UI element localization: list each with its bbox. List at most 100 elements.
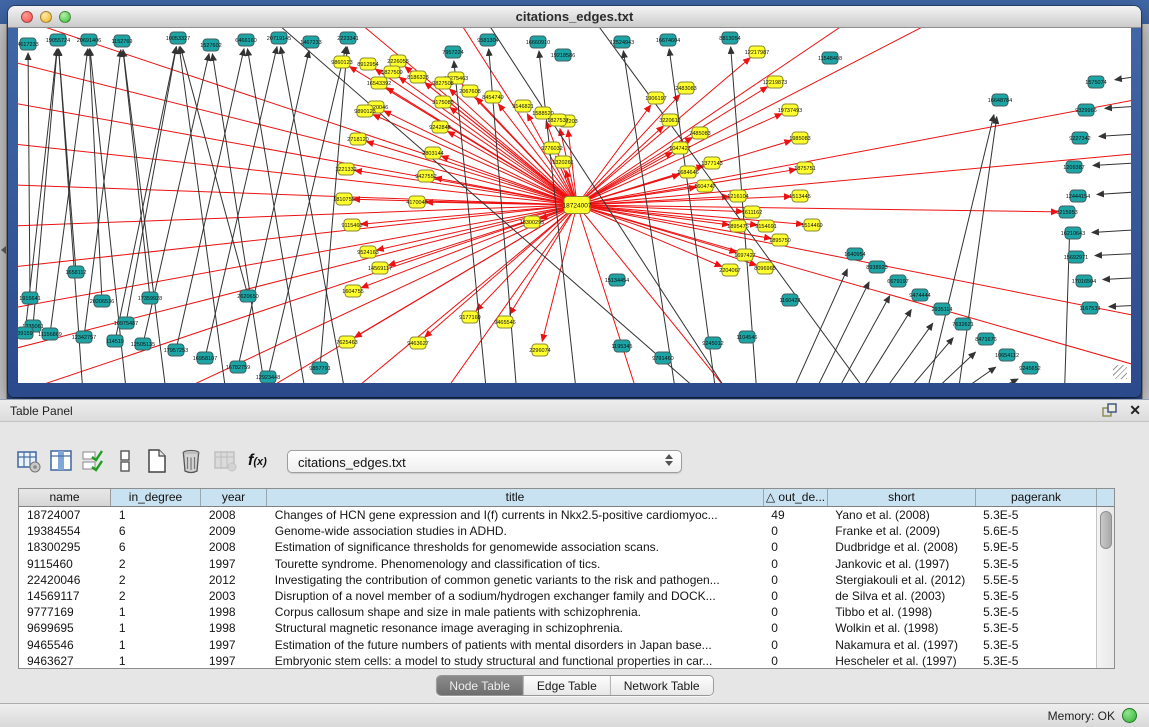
graph-node[interactable]: 15134454 bbox=[605, 274, 629, 286]
table-row[interactable]: 969969511998Structural magnetic resonanc… bbox=[19, 620, 1096, 636]
graph-node[interactable]: 6466160 bbox=[235, 34, 256, 46]
graph-node[interactable]: 1906197 bbox=[645, 92, 666, 104]
graph-node[interactable]: 1875751 bbox=[794, 162, 815, 174]
graph-node[interactable]: 1684646 bbox=[677, 166, 698, 178]
graph-node[interactable]: 1221332 bbox=[335, 163, 356, 175]
graph-node[interactable]: 9177169 bbox=[459, 311, 480, 323]
select-rows-icon[interactable] bbox=[80, 448, 106, 474]
left-panel-strip[interactable] bbox=[0, 24, 7, 399]
table-row[interactable]: 977716911998Corpus callosum shape and si… bbox=[19, 604, 1096, 620]
graph-node[interactable]: 9827508 bbox=[432, 77, 453, 89]
graph-node[interactable]: 39159 bbox=[18, 327, 33, 339]
graph-node[interactable]: 8096965 bbox=[754, 262, 775, 274]
column-chooser-icon[interactable] bbox=[48, 448, 74, 474]
graph-node[interactable]: 1895750 bbox=[769, 234, 790, 246]
graph-node[interactable]: 2223341 bbox=[337, 32, 358, 44]
canvas-resize-grip-icon[interactable] bbox=[1113, 365, 1127, 379]
graph-node[interactable]: 8454749 bbox=[482, 91, 503, 103]
graph-node[interactable]: 19218586 bbox=[551, 49, 575, 61]
table-row[interactable]: 2242004622012Investigating the contribut… bbox=[19, 572, 1096, 588]
graph-node[interactable]: 2296074 bbox=[529, 344, 550, 356]
graph-node[interactable]: 8938923 bbox=[866, 261, 887, 273]
graph-node[interactable]: 1895475 bbox=[727, 220, 748, 232]
new-file-icon[interactable] bbox=[144, 448, 170, 474]
right-panel-strip[interactable] bbox=[1142, 24, 1149, 399]
graph-node[interactable]: 1611162 bbox=[742, 206, 763, 218]
graph-node[interactable]: 1377143 bbox=[701, 157, 722, 169]
graph-node[interactable]: 4617233 bbox=[18, 38, 39, 50]
graph-node[interactable]: 1640954 bbox=[844, 248, 865, 260]
graph-node[interactable]: 1514469 bbox=[801, 219, 822, 231]
graph-node[interactable]: 2483083 bbox=[675, 82, 696, 94]
graph-node[interactable]: 1985083 bbox=[789, 132, 810, 144]
graph-node[interactable]: 2935114 bbox=[931, 303, 952, 315]
graph-node[interactable]: 2226058 bbox=[387, 55, 408, 67]
graph-node[interactable]: 9154691 bbox=[755, 220, 776, 232]
graph-node[interactable]: 9581304 bbox=[477, 34, 498, 46]
graph-node[interactable]: 2620650 bbox=[237, 290, 258, 302]
graph-node[interactable]: 9463627 bbox=[407, 337, 428, 349]
graph-node[interactable]: 17359928 bbox=[138, 292, 162, 304]
table-row[interactable]: 946362711997Embryonic stem cells: a mode… bbox=[19, 653, 1096, 668]
scrollbar-thumb[interactable] bbox=[1100, 511, 1112, 549]
graph-node[interactable]: 8471676 bbox=[975, 333, 996, 345]
graph-node[interactable]: 1697427 bbox=[734, 249, 755, 261]
graph-node[interactable]: 12217987 bbox=[745, 46, 769, 58]
graph-node[interactable]: 1810755 bbox=[333, 193, 354, 205]
graph-node[interactable]: 16210643 bbox=[1061, 227, 1085, 239]
graph-node[interactable]: 9857791 bbox=[309, 362, 330, 374]
close-panel-icon[interactable]: ✕ bbox=[1129, 403, 1141, 417]
graph-node[interactable]: 9146821 bbox=[512, 100, 533, 112]
graph-node[interactable]: 1604755 bbox=[342, 285, 363, 297]
graph-node[interactable]: 8813054 bbox=[719, 32, 740, 44]
graph-node[interactable]: 9242848 bbox=[429, 121, 450, 133]
graph-node[interactable]: 1167533 bbox=[1079, 302, 1100, 314]
graph-node[interactable]: 11548408 bbox=[818, 52, 842, 64]
graph-node[interactable]: 7632621 bbox=[952, 318, 973, 330]
network-graph-svg[interactable]: 1872400746172331905572420691406115276910… bbox=[18, 28, 1131, 383]
graph-node[interactable]: 12923448 bbox=[256, 371, 280, 383]
graph-node[interactable]: 17957253 bbox=[164, 344, 188, 356]
graph-node[interactable]: 9329966 bbox=[1075, 104, 1096, 116]
table-settings-icon[interactable] bbox=[16, 448, 42, 474]
graph-node[interactable]: 15692971 bbox=[1064, 251, 1088, 263]
graph-node[interactable]: 7485083 bbox=[689, 127, 710, 139]
graph-node[interactable]: 12219873 bbox=[763, 76, 787, 88]
table-row[interactable]: 1872400712008Changes of HCN gene express… bbox=[19, 507, 1096, 523]
graph-node[interactable]: 1575074 bbox=[1085, 76, 1106, 88]
column-header-title[interactable]: title bbox=[267, 489, 764, 506]
table-vertical-scrollbar[interactable] bbox=[1096, 507, 1114, 668]
graph-node[interactable]: 3220612 bbox=[659, 114, 680, 126]
graph-node[interactable]: 1915641 bbox=[19, 292, 40, 304]
graph-node[interactable]: 7625463 bbox=[336, 336, 357, 348]
column-header-year[interactable]: year bbox=[201, 489, 267, 506]
graph-node[interactable]: 3175085 bbox=[432, 96, 453, 108]
graph-node[interactable]: 9524163 bbox=[357, 246, 378, 258]
graph-node[interactable]: 14569117 bbox=[368, 262, 392, 274]
network-canvas[interactable]: 1872400746172331905572420691406115276910… bbox=[18, 28, 1131, 383]
table-row[interactable]: 1830029562008Estimation of significance … bbox=[19, 539, 1096, 555]
table-row[interactable]: 911546021997Tourette syndrome. Phenomeno… bbox=[19, 556, 1096, 572]
graph-node[interactable]: 12444154 bbox=[1066, 190, 1090, 202]
graph-node[interactable]: 9890123 bbox=[354, 105, 375, 117]
delete-table-icon[interactable] bbox=[178, 448, 204, 474]
graph-node[interactable]: 1195345 bbox=[611, 340, 632, 352]
graph-node[interactable]: 16660910 bbox=[526, 36, 550, 48]
graph-node[interactable]: 10654112 bbox=[995, 349, 1019, 361]
graph-node[interactable]: 9474444 bbox=[909, 289, 930, 301]
tab-node-table[interactable]: Node Table bbox=[436, 676, 524, 695]
graph-node[interactable]: 1320261 bbox=[552, 156, 573, 168]
cells-icon[interactable] bbox=[112, 448, 138, 474]
table-selector-dropdown[interactable]: citations_edges.txt bbox=[287, 450, 682, 473]
graph-node[interactable]: 2803144 bbox=[422, 147, 443, 159]
graph-node[interactable]: 16958107 bbox=[193, 352, 217, 364]
graph-node[interactable]: 1513445 bbox=[789, 190, 810, 202]
graph-nodes[interactable]: 1872400746172331905572420691406115276910… bbox=[18, 32, 1107, 383]
graph-node[interactable]: 18724007 bbox=[563, 197, 592, 214]
graph-node[interactable]: 17016504 bbox=[1072, 275, 1096, 287]
float-panel-icon[interactable] bbox=[1102, 403, 1117, 417]
graph-node[interactable]: 1152769 bbox=[111, 35, 132, 47]
graph-node[interactable]: 9427552 bbox=[415, 170, 436, 182]
function-builder-icon[interactable]: f(x) bbox=[248, 452, 274, 478]
window-titlebar[interactable]: citations_edges.txt bbox=[8, 6, 1141, 28]
